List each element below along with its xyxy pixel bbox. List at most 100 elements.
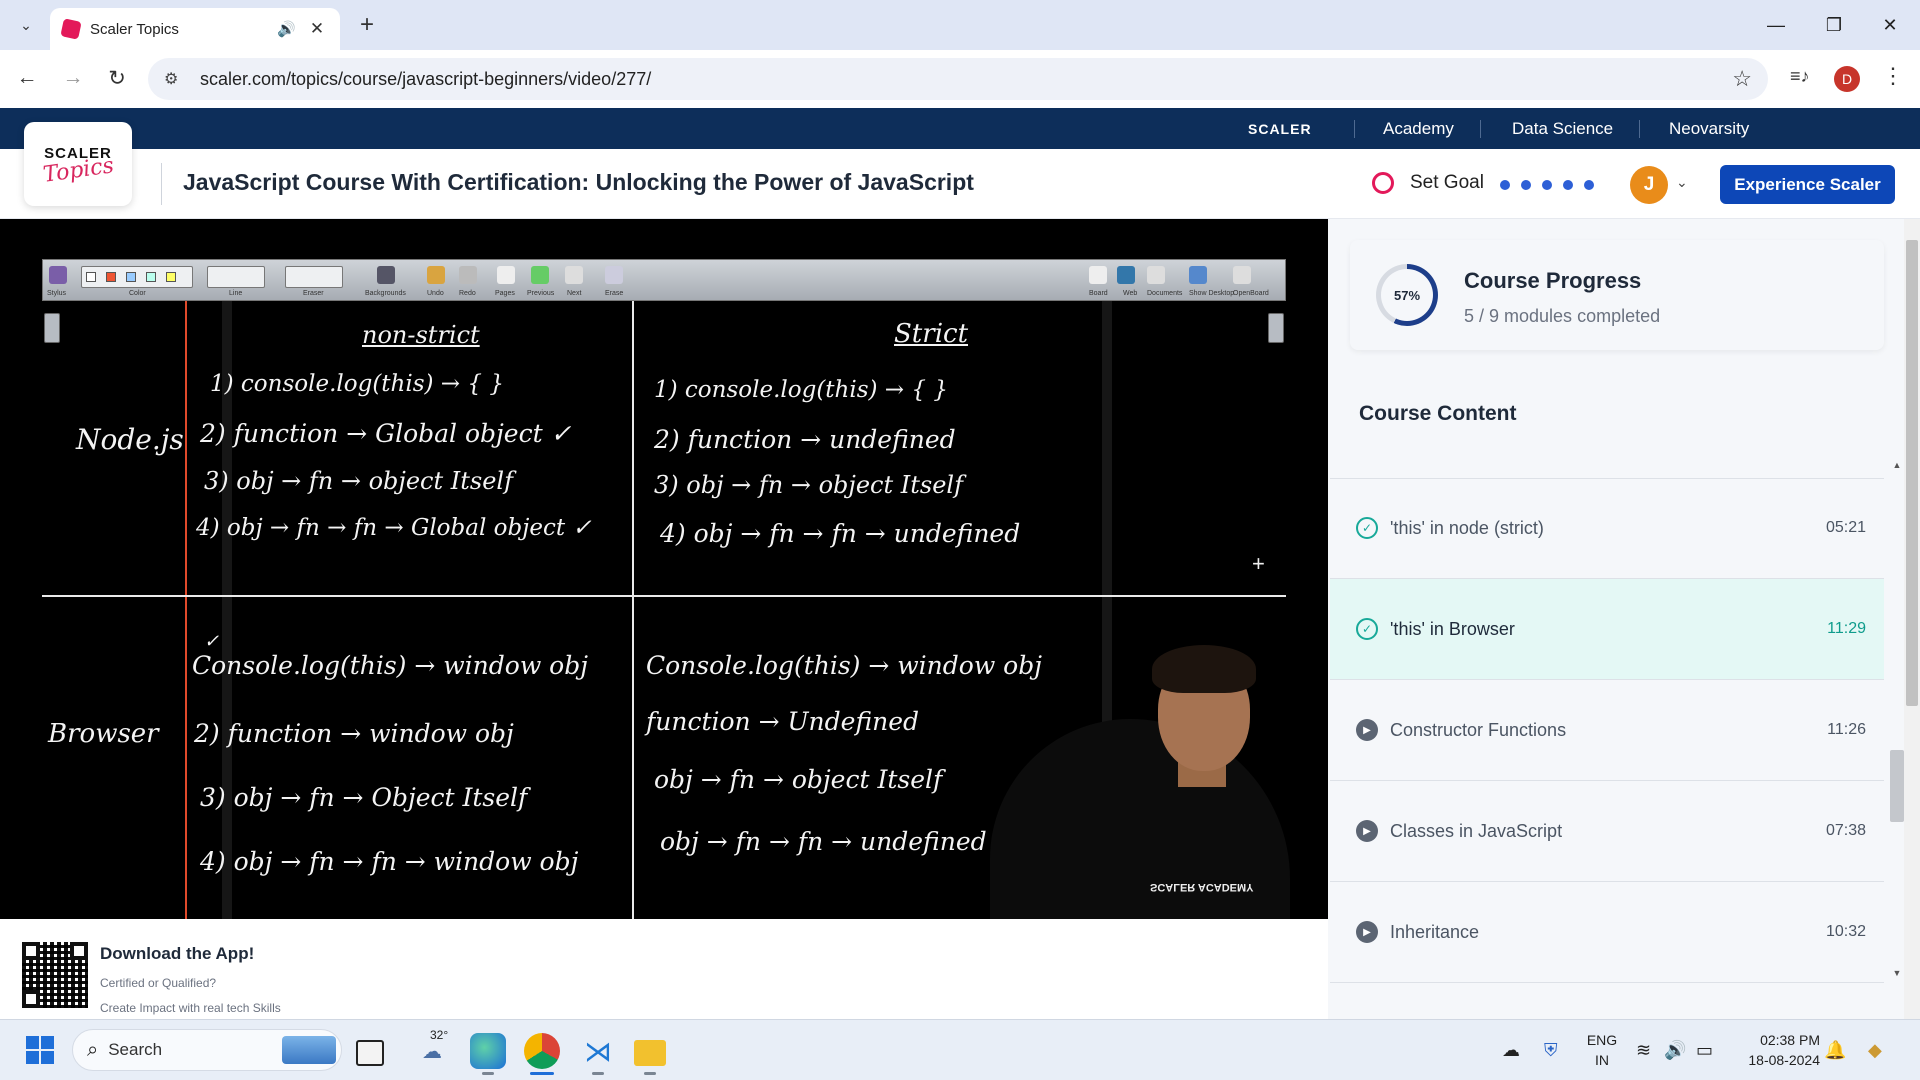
volume-icon[interactable]: 🔊 <box>1664 1040 1686 1061</box>
lesson-item[interactable]: ✓ 'this' in node (strict) 05:21 <box>1330 478 1884 579</box>
lesson-item[interactable]: ▶ Inheritance 10:32 <box>1330 882 1884 983</box>
security-shield-icon[interactable]: ⛨ <box>1544 1040 1558 1061</box>
search-icon: ⌕ <box>87 1038 99 1061</box>
back-icon[interactable]: ← <box>12 63 42 93</box>
goal-dot <box>1521 180 1531 190</box>
media-control-icon[interactable]: ≡♪ <box>1790 66 1810 87</box>
address-bar[interactable]: ⚙ scaler.com/topics/course/javascript-be… <box>148 58 1768 100</box>
clock-date[interactable]: 18-08-2024 <box>1736 1052 1820 1068</box>
progress-ring: 57% <box>1376 264 1438 326</box>
scroll-down-icon[interactable]: ▼ <box>1890 968 1904 978</box>
row-label-browser: Browser <box>48 719 159 749</box>
documents-icon <box>1147 266 1165 284</box>
window-close-icon[interactable]: ✕ <box>1870 8 1910 42</box>
wifi-icon[interactable]: ≋ <box>1636 1040 1651 1061</box>
set-goal-button[interactable]: Set Goal <box>1410 172 1484 194</box>
user-avatar[interactable]: J <box>1630 166 1668 204</box>
clock-time[interactable]: 02:38 PM <box>1736 1032 1820 1048</box>
experience-scaler-button[interactable]: Experience Scaler <box>1720 165 1895 204</box>
close-icon[interactable]: ✕ <box>306 19 328 39</box>
forward-icon[interactable]: → <box>58 63 88 93</box>
course-content-title: Course Content <box>1359 402 1517 425</box>
toolbar-label: Eraser <box>303 290 324 297</box>
lesson-duration: 11:26 <box>1827 721 1866 738</box>
audio-icon[interactable]: 🔊 <box>277 20 296 38</box>
board-line: Console.log(this) → window obj <box>646 651 1042 680</box>
show-desktop-icon <box>1189 266 1207 284</box>
cloud-offline-icon[interactable]: ☁ <box>1502 1040 1520 1061</box>
erase-icon <box>605 266 623 284</box>
video-player[interactable]: Stylus Color Line Eraser Backgrounds Und… <box>0 219 1328 919</box>
lesson-item-active[interactable]: ✓ 'this' in Browser 11:29 <box>1330 579 1884 680</box>
lesson-item[interactable]: ▶ Classes in JavaScript 07:38 <box>1330 781 1884 882</box>
lesson-duration: 05:21 <box>1825 519 1866 536</box>
toolbar-label: Next <box>567 290 582 297</box>
board-line: 4) obj → fn → fn → Global object ✓ <box>196 515 592 541</box>
topbar-link-neovarsity[interactable]: Neovarsity <box>1669 108 1749 149</box>
windows-start-icon[interactable] <box>26 1036 54 1064</box>
board-line: 4) obj → fn → fn → window obj <box>200 847 579 876</box>
board-left-handle <box>44 313 60 343</box>
goal-icon[interactable] <box>1372 172 1394 194</box>
toolbar-label: Stylus <box>47 290 67 297</box>
download-title[interactable]: Download the App! <box>100 944 254 964</box>
app-indicator <box>644 1072 656 1075</box>
restore-icon[interactable]: ❐ <box>1814 8 1854 42</box>
chevron-down-icon[interactable]: ⌄ <box>1676 174 1688 191</box>
lesson-duration: 10:32 <box>1825 923 1866 940</box>
more-icon[interactable]: ⋮ <box>1882 63 1904 89</box>
app-indicator <box>592 1072 604 1075</box>
row-label-node: Node.js <box>76 423 184 456</box>
board-column-divider <box>632 301 634 919</box>
start-tile <box>26 1051 39 1064</box>
color-palette <box>81 266 193 288</box>
lesson-scroll-thumb[interactable] <box>1890 750 1904 822</box>
plus-icon[interactable]: + <box>352 10 382 40</box>
vscode-icon[interactable]: ⋊ <box>580 1033 616 1069</box>
notification-bell-icon[interactable]: 🔔 <box>1824 1040 1846 1061</box>
heading-strict: Strict <box>894 319 969 349</box>
board-line: 1) console.log(this) → { } <box>210 371 504 397</box>
browser-tab[interactable]: Scaler Topics 🔊 ✕ <box>50 8 340 50</box>
toolbar-label: Line <box>229 290 243 297</box>
chrome-icon[interactable] <box>524 1033 560 1069</box>
board-line: Console.log(this) → window obj <box>192 651 588 680</box>
qr-finder <box>22 990 40 1008</box>
site-info-icon[interactable]: ⚙ <box>164 69 192 89</box>
page-scroll-thumb[interactable] <box>1906 240 1918 706</box>
board-row-divider <box>42 595 1286 597</box>
lesson-scrollbar[interactable] <box>1890 458 1904 980</box>
topbar-link-academy[interactable]: Academy <box>1383 108 1454 149</box>
minimize-icon[interactable]: — <box>1756 8 1796 42</box>
qr-code <box>22 942 88 1008</box>
board-line: 2) function → window obj <box>194 719 514 748</box>
language-region[interactable]: IN <box>1584 1052 1620 1068</box>
goal-dot <box>1542 180 1552 190</box>
tab-search-icon[interactable]: ⌄ <box>12 11 40 39</box>
scaler-brand-link[interactable]: SCALER <box>1248 108 1312 149</box>
next-icon <box>565 266 583 284</box>
toolbar-label: Redo <box>459 290 476 297</box>
scaler-topics-logo[interactable]: SCALER Topics <box>24 122 132 206</box>
app-indicator-active <box>530 1072 554 1075</box>
star-icon[interactable]: ☆ <box>1732 66 1752 92</box>
toolbar-label: Undo <box>427 290 444 297</box>
url-text[interactable]: scaler.com/topics/course/javascript-begi… <box>200 69 1732 90</box>
topbar-link-data-science[interactable]: Data Science <box>1512 108 1613 149</box>
language-code[interactable]: ENG <box>1584 1032 1620 1048</box>
copilot-icon[interactable]: ◆ <box>1868 1040 1882 1061</box>
battery-icon[interactable]: ▭ <box>1696 1040 1713 1061</box>
lesson-item[interactable]: ▶ Constructor Functions 11:26 <box>1330 680 1884 781</box>
play-circle-icon: ▶ <box>1356 719 1378 741</box>
toolbar-label: Backgrounds <box>365 290 406 297</box>
openboard-icon <box>1233 266 1251 284</box>
edge-icon[interactable] <box>470 1033 506 1069</box>
board-margin-line <box>185 301 187 919</box>
profile-avatar[interactable]: D <box>1834 66 1860 92</box>
task-view-icon[interactable] <box>356 1040 384 1066</box>
reload-icon[interactable]: ↻ <box>102 63 132 93</box>
shirt-logo: SCALER ACADEMY <box>1150 881 1254 893</box>
scroll-up-icon[interactable]: ▲ <box>1890 460 1904 470</box>
folder-icon[interactable] <box>634 1040 666 1066</box>
lesson-title: 'this' in Browser <box>1390 618 1515 639</box>
